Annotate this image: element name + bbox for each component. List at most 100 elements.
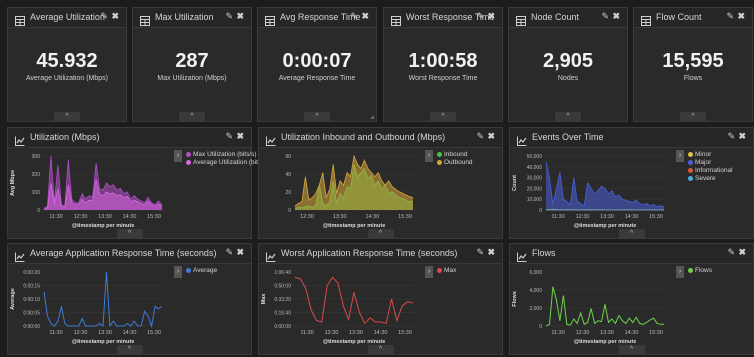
edit-icon[interactable]: ✎ xyxy=(727,131,735,142)
close-icon[interactable]: ✖ xyxy=(738,131,746,142)
legend-swatch xyxy=(688,167,693,173)
legend-toggle[interactable]: › xyxy=(676,150,684,162)
edit-icon[interactable]: ✎ xyxy=(225,131,233,142)
expand-tab[interactable]: ^ xyxy=(367,345,394,354)
legend-swatch xyxy=(186,151,191,157)
expand-tab[interactable]: ^ xyxy=(680,112,706,121)
legend-toggle[interactable]: › xyxy=(174,150,182,162)
panel-header: Worst Application Response Time (seconds… xyxy=(259,244,502,264)
expand-tab[interactable]: ^ xyxy=(555,112,581,121)
line-chart-icon xyxy=(517,249,527,262)
legend-toggle[interactable]: › xyxy=(174,266,182,278)
close-icon[interactable]: ✖ xyxy=(487,131,495,142)
x-tick-label: 15:30 xyxy=(147,330,161,336)
close-icon[interactable]: ✖ xyxy=(361,11,369,22)
expand-tab[interactable]: ^ xyxy=(367,229,394,238)
expand-tab[interactable]: ^ xyxy=(116,229,143,238)
legend-item[interactable]: Outbound xyxy=(437,159,473,166)
panel-header: Events Over Time ✎ ✖ xyxy=(510,128,753,148)
y-tick-label: 20,000 xyxy=(527,186,543,192)
y-tick-label: 0:00:10 xyxy=(23,297,40,303)
close-icon[interactable]: ✖ xyxy=(236,247,244,258)
legend-swatch xyxy=(688,159,693,165)
edit-icon[interactable]: ✎ xyxy=(100,11,108,22)
y-tick-label: 30,000 xyxy=(527,176,543,182)
stat-panel: Worst Response Time ✎ ✖ 1:00:58 Worst Respon… xyxy=(383,7,503,122)
expand-tab[interactable]: ^ xyxy=(304,112,330,121)
stat-subtitle: Nodes xyxy=(557,75,579,82)
expand-tab[interactable]: ^ xyxy=(430,112,456,121)
close-icon[interactable]: ✖ xyxy=(487,247,495,258)
panel-header: Node Count ✎ ✖ xyxy=(509,8,627,28)
panel-title: Average Utilization xyxy=(30,12,105,22)
y-tick-label: 300 xyxy=(32,154,41,160)
edit-icon[interactable]: ✎ xyxy=(476,247,484,258)
x-tick-label: 14:30 xyxy=(123,214,137,220)
close-icon[interactable]: ✖ xyxy=(236,11,244,22)
legend-item[interactable]: Severe xyxy=(688,175,716,182)
x-tick-label: 11:30 xyxy=(300,330,313,336)
expand-tab[interactable]: ^ xyxy=(116,345,143,354)
legend-item[interactable]: Average Utilization (bit... xyxy=(186,159,263,166)
close-icon[interactable]: ✖ xyxy=(487,11,495,22)
expand-tab[interactable]: ^ xyxy=(618,229,645,238)
expand-tab[interactable]: ^ xyxy=(179,112,205,121)
stat-value: 0:00:07 xyxy=(282,50,352,72)
legend-item[interactable]: Inbound xyxy=(437,151,468,158)
legend-item[interactable]: Major xyxy=(688,159,711,166)
edit-icon[interactable]: ✎ xyxy=(476,11,484,22)
y-tick-label: 0 xyxy=(37,208,40,214)
y-tick-label: 0:50:00 xyxy=(274,284,291,290)
legend-label: Informational xyxy=(695,167,733,174)
edit-icon[interactable]: ✎ xyxy=(476,131,484,142)
close-icon[interactable]: ✖ xyxy=(111,11,119,22)
legend-toggle[interactable]: › xyxy=(425,150,433,162)
resize-handle[interactable] xyxy=(370,115,374,119)
y-tick-label: 100 xyxy=(32,190,41,196)
stat-subtitle: Worst Response Time xyxy=(408,75,478,82)
edit-icon[interactable]: ✎ xyxy=(601,11,609,22)
legend-item[interactable]: Max xyxy=(437,267,456,274)
legend-item[interactable]: Average xyxy=(186,267,217,274)
edit-icon[interactable]: ✎ xyxy=(225,247,233,258)
legend-toggle[interactable]: › xyxy=(425,266,433,278)
x-tick-label: 13:30 xyxy=(600,330,614,336)
legend-label: Inbound xyxy=(444,151,468,158)
legend-label: Max xyxy=(444,267,457,274)
edit-icon[interactable]: ✎ xyxy=(225,11,233,22)
close-icon[interactable]: ✖ xyxy=(612,11,620,22)
stat-panel: Node Count ✎ ✖ 2,905 Nodes ^ xyxy=(508,7,628,122)
expand-tab[interactable]: ^ xyxy=(618,345,645,354)
legend-item[interactable]: Minor xyxy=(688,151,711,158)
stat-subtitle: Average Response Time xyxy=(278,75,356,82)
legend-label: Outbound xyxy=(444,159,473,166)
x-tick-label: 12:30 xyxy=(576,330,590,336)
y-tick-label: 40 xyxy=(285,172,291,178)
close-icon[interactable]: ✖ xyxy=(236,131,244,142)
chevron-up-icon: ^ xyxy=(629,230,634,237)
close-icon[interactable]: ✖ xyxy=(737,11,745,22)
edit-icon[interactable]: ✎ xyxy=(727,247,735,258)
legend-swatch xyxy=(688,175,693,181)
x-tick-label: 11:30 xyxy=(49,330,62,336)
stat-panel: Avg Response Time ✎ ✖ 0:00:07 Average Respon… xyxy=(257,7,377,122)
panel-title: Worst Application Response Time (seconds… xyxy=(281,248,458,258)
x-tick-label: 13:30 xyxy=(98,214,112,220)
close-icon[interactable]: ✖ xyxy=(738,247,746,258)
panel-title: Average Application Response Time (secon… xyxy=(30,248,217,258)
series-area xyxy=(546,161,664,210)
expand-tab[interactable]: ^ xyxy=(54,112,80,121)
legend-toggle[interactable]: › xyxy=(676,266,684,278)
panel-header: Worst Response Time ✎ ✖ xyxy=(384,8,502,28)
legend-item[interactable]: Informational xyxy=(688,167,733,174)
edit-icon[interactable]: ✎ xyxy=(726,11,734,22)
chart-panel: Events Over Time ✎ ✖ 0 10,000 20,000 30,000 40,… xyxy=(509,127,754,239)
legend-item[interactable]: Flows xyxy=(688,267,712,274)
y-tick-label: 0:00:15 xyxy=(23,284,40,290)
panel-title: Node Count xyxy=(531,12,580,22)
y-tick-label: 200 xyxy=(32,172,41,178)
legend-swatch xyxy=(437,267,442,273)
edit-icon[interactable]: ✎ xyxy=(350,11,358,22)
legend-swatch xyxy=(186,159,191,165)
legend-item[interactable]: Max Utilization (bits/s) xyxy=(186,151,257,158)
